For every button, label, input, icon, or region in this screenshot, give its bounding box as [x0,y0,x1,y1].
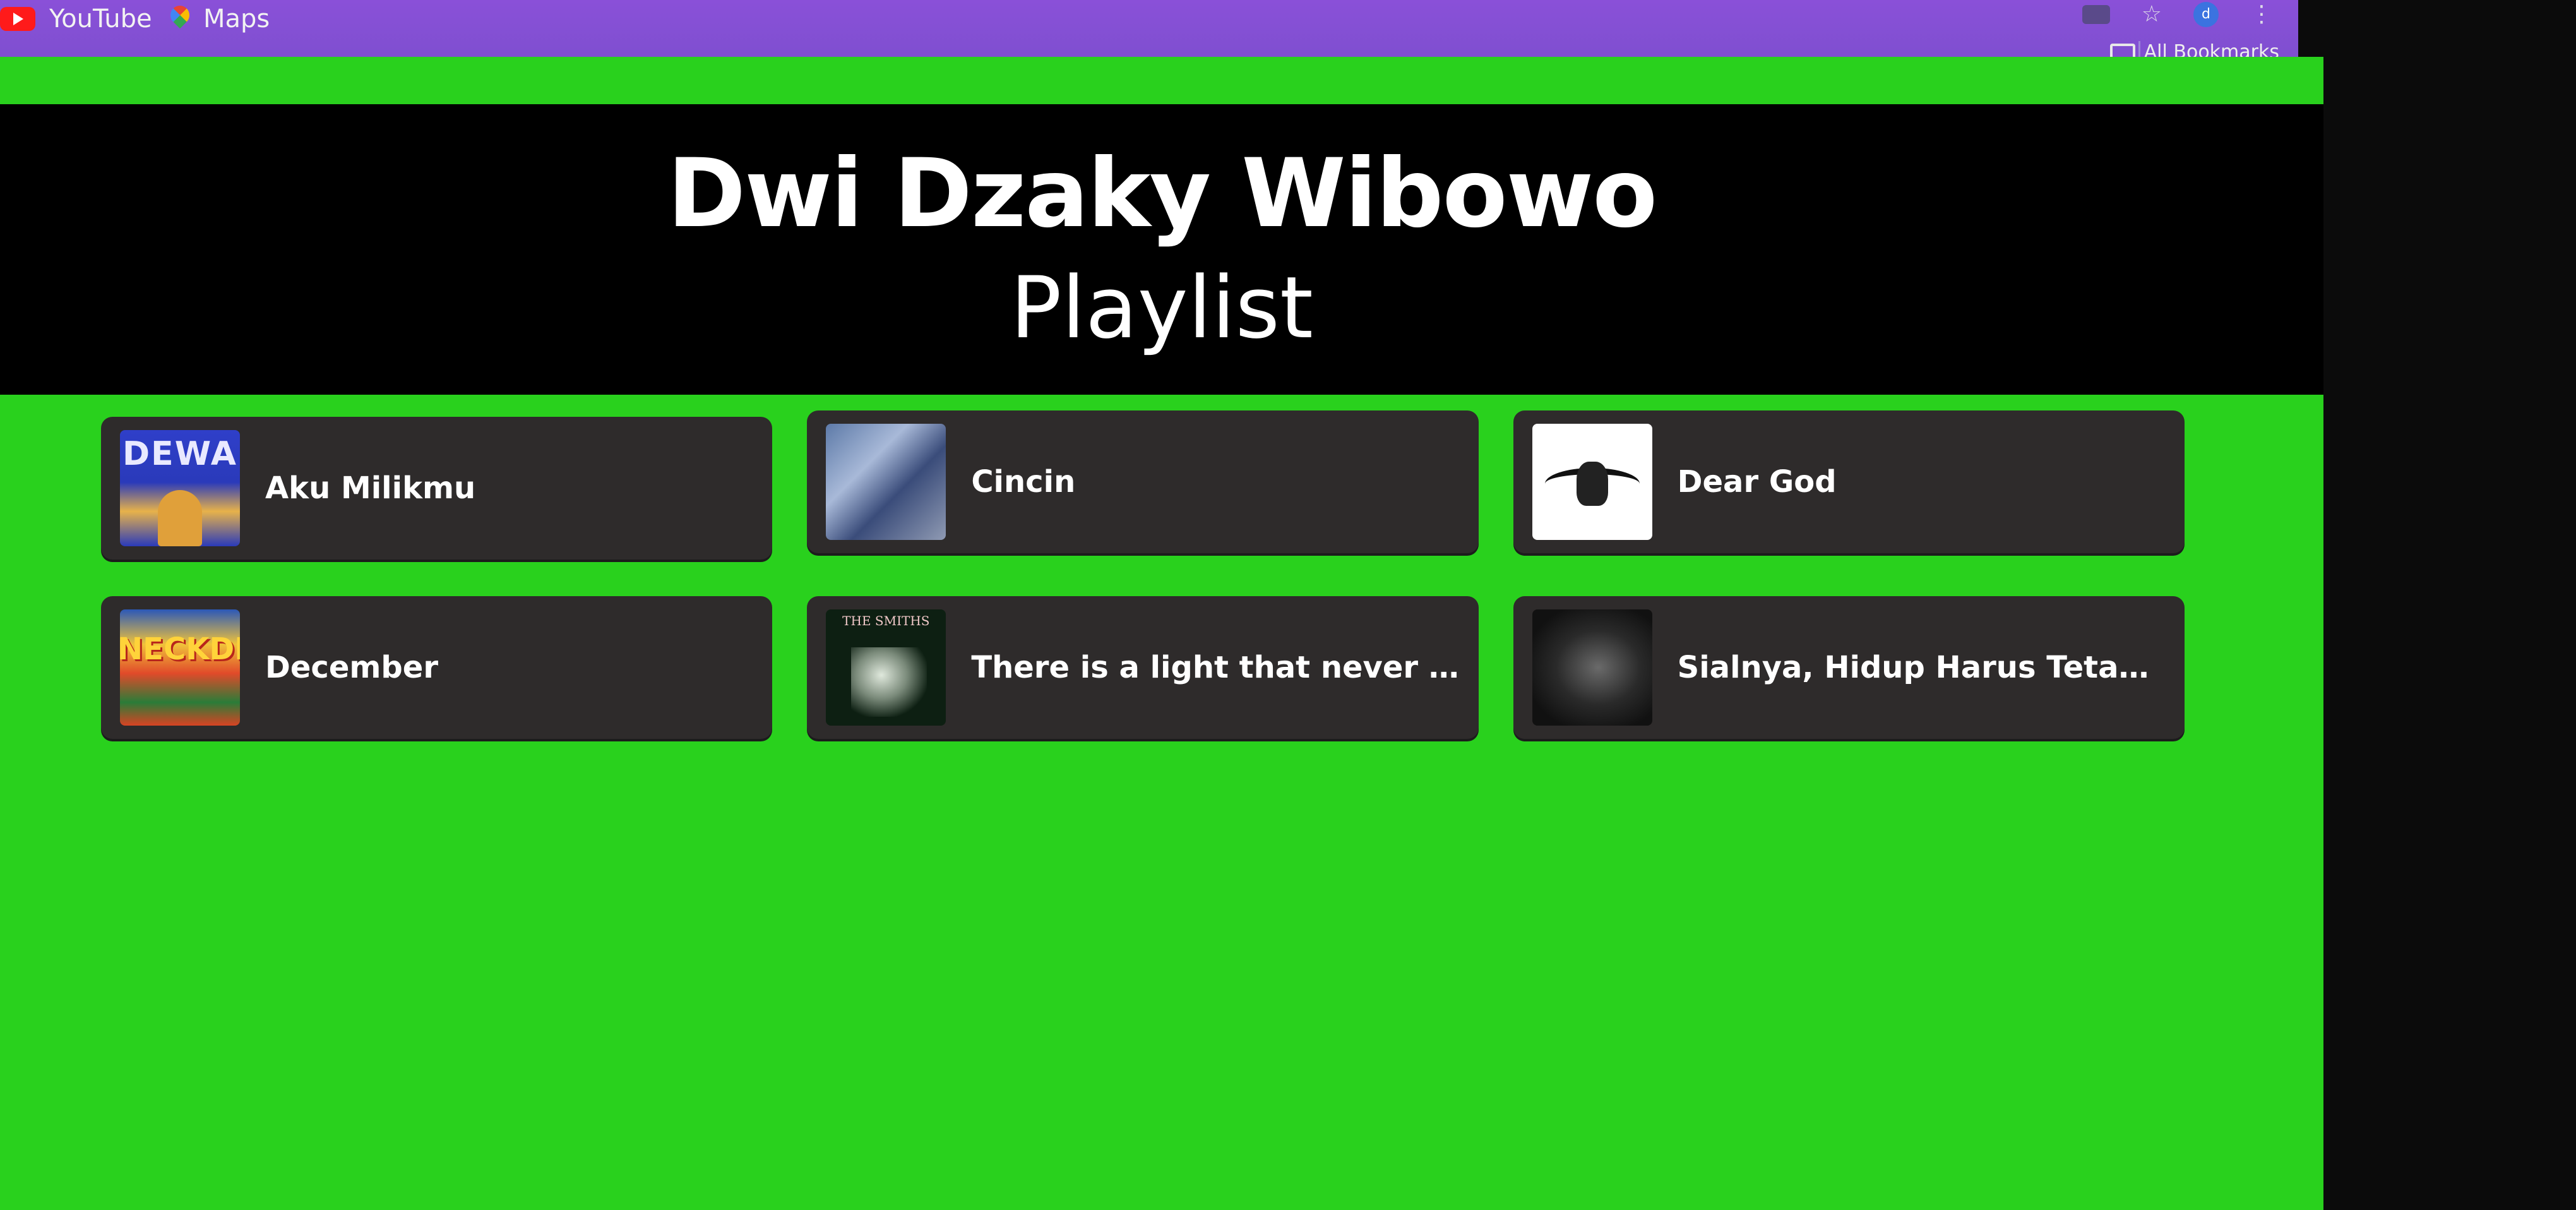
song-title: There is a light that never goes out [971,650,1459,685]
playlist-item[interactable]: Cincin [807,410,1479,553]
song-title: December [265,650,439,685]
profile-avatar[interactable]: d [2193,1,2219,27]
album-cover: THE SMITHS [826,609,946,726]
page-title: Dwi Dzaky Wibowo [667,138,1657,249]
toolbar-icons: ☆ d ⋮ [2082,0,2273,28]
bookmark-youtube[interactable]: YouTube [0,0,152,38]
song-title: Cincin [971,464,1076,500]
extension-icon[interactable] [2082,4,2110,24]
page-header: Dwi Dzaky Wibowo Playlist [0,104,2323,395]
album-cover: DEWA [120,430,240,546]
playlist-item[interactable]: DEWA Aku Milikmu [101,417,773,560]
album-cover [1532,609,1652,726]
bookmark-label: YouTube [49,4,152,33]
cover-figure [158,490,202,546]
star-icon[interactable]: ☆ [2142,1,2162,27]
album-cover [1532,424,1652,540]
cover-text: DEWA [122,435,237,473]
menu-icon[interactable]: ⋮ [2250,1,2273,27]
playlist-item[interactable]: THE SMITHS There is a light that never g… [807,596,1479,739]
bookmark-label: Maps [203,4,270,33]
song-title: Sialnya, Hidup Harus Tetap Berjalan [1677,650,2166,685]
cover-text: NECKDEEP [120,632,240,667]
album-cover: NECKDEEP [120,609,240,726]
cover-skull [1576,462,1608,506]
cover-photo [851,647,927,717]
playlist-item[interactable]: Dear God [1513,410,2185,553]
cover-text: THE SMITHS [842,613,930,628]
playlist-item[interactable]: NECKDEEP December [101,596,773,739]
youtube-icon [0,7,35,31]
album-cover [826,424,946,540]
song-title: Dear God [1677,464,1837,500]
bookmark-maps[interactable]: Maps [170,0,270,38]
maps-icon [170,6,189,32]
playlist-item[interactable]: Sialnya, Hidup Harus Tetap Berjalan [1513,596,2185,739]
page-subtitle: Playlist [1010,258,1313,357]
page-viewport: Dwi Dzaky Wibowo Playlist DEWA Aku Milik… [0,57,2323,1210]
playlist-grid: DEWA Aku Milikmu Cincin Dear God NECKDEE… [101,410,2185,739]
song-title: Aku Milikmu [265,470,476,506]
